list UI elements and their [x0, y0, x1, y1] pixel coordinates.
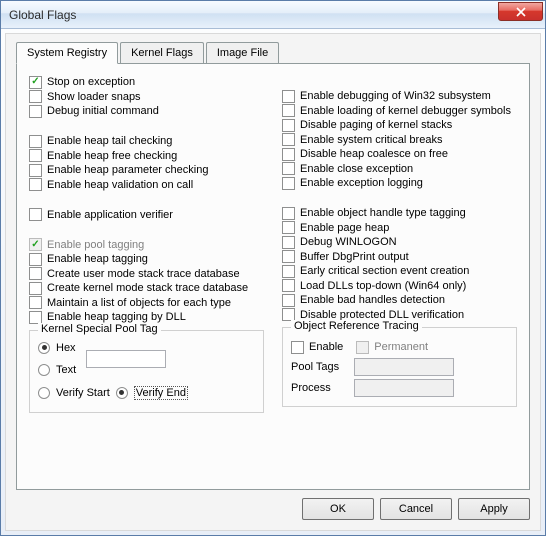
ort-process-label: Process	[291, 382, 349, 394]
client-area: System Registry Kernel Flags Image File …	[5, 33, 541, 531]
right-check-a-0[interactable]: Enable debugging of Win32 subsystem	[282, 90, 517, 103]
ort-title: Object Reference Tracing	[291, 320, 422, 332]
left-check-b-3[interactable]: Enable heap validation on call	[29, 178, 264, 191]
ort-process-input[interactable]	[354, 379, 454, 397]
apply-button[interactable]: Apply	[458, 498, 530, 520]
cancel-button[interactable]: Cancel	[380, 498, 452, 520]
ort-permanent-checkbox: Permanent	[356, 341, 428, 354]
ok-button[interactable]: OK	[302, 498, 374, 520]
left-check-d-2[interactable]: Create user mode stack trace database	[29, 267, 264, 280]
radio-text-indicator	[38, 364, 50, 376]
tab-system-registry[interactable]: System Registry	[16, 42, 118, 64]
right-check-b-4[interactable]: Early critical section event creation	[282, 265, 517, 278]
close-button[interactable]	[498, 2, 543, 21]
left-check-d-3[interactable]: Create kernel mode stack trace database	[29, 282, 264, 295]
close-icon	[516, 7, 526, 17]
ort-enable-checkbox[interactable]: Enable	[291, 341, 343, 354]
right-check-a-3[interactable]: Enable system critical breaks	[282, 133, 517, 146]
ort-pooltags-label: Pool Tags	[291, 361, 349, 373]
kspt-value-input[interactable]	[86, 350, 166, 368]
right-check-a-4[interactable]: Disable heap coalesce on free	[282, 148, 517, 161]
right-check-a-2[interactable]: Disable paging of kernel stacks	[282, 119, 517, 132]
tab-panel: Stop on exceptionShow loader snaps Debug …	[16, 63, 530, 490]
left-check-d-0: Enable pool tagging	[29, 238, 264, 251]
left-check-a-1[interactable]: Show loader snaps	[29, 90, 264, 103]
right-check-a-5[interactable]: Enable close exception	[282, 162, 517, 175]
titlebar: Global Flags	[1, 1, 545, 29]
dialog-buttons: OK Cancel Apply	[16, 490, 530, 520]
radio-verify-end[interactable]: Verify End	[116, 386, 188, 400]
radio-hex[interactable]: Hex	[38, 342, 76, 354]
right-column: Enable debugging of Win32 subsystemEnabl…	[282, 74, 517, 413]
ort-pooltags-input[interactable]	[354, 358, 454, 376]
right-check-b-6[interactable]: Enable bad handles detection	[282, 294, 517, 307]
right-check-b-1[interactable]: Enable page heap	[282, 221, 517, 234]
window-title: Global Flags	[9, 8, 498, 22]
right-check-b-2[interactable]: Debug WINLOGON	[282, 236, 517, 249]
left-column: Stop on exceptionShow loader snaps Debug …	[29, 74, 264, 413]
right-check-b-3[interactable]: Buffer DbgPrint output	[282, 250, 517, 263]
global-flags-window: Global Flags System Registry Kernel Flag…	[0, 0, 546, 536]
radio-verify-start[interactable]: Verify Start	[38, 387, 110, 399]
right-check-b-0[interactable]: Enable object handle type tagging	[282, 207, 517, 220]
tabstrip: System Registry Kernel Flags Image File	[16, 42, 530, 63]
tab-image-file[interactable]: Image File	[206, 42, 279, 63]
radio-verify-start-indicator	[38, 387, 50, 399]
radio-text[interactable]: Text	[38, 364, 76, 376]
tab-kernel-flags[interactable]: Kernel Flags	[120, 42, 204, 63]
left-check-a-0[interactable]: Stop on exception	[29, 76, 264, 89]
kernel-special-pool-tag-group: Kernel Special Pool Tag Hex Text	[29, 330, 264, 413]
left-check-a-2[interactable]: Debug initial command	[29, 105, 264, 118]
kspt-title: Kernel Special Pool Tag	[38, 323, 161, 335]
left-check-b-2[interactable]: Enable heap parameter checking	[29, 164, 264, 177]
left-check-d-4[interactable]: Maintain a list of objects for each type	[29, 296, 264, 309]
object-reference-tracing-group: Object Reference Tracing Enable Permanen…	[282, 327, 517, 407]
right-check-a-6[interactable]: Enable exception logging	[282, 177, 517, 190]
left-check-d-1[interactable]: Enable heap tagging	[29, 253, 264, 266]
right-check-a-1[interactable]: Enable loading of kernel debugger symbol…	[282, 104, 517, 117]
radio-verify-end-indicator	[116, 387, 128, 399]
left-check-b-0[interactable]: Enable heap tail checking	[29, 135, 264, 148]
radio-hex-indicator	[38, 342, 50, 354]
right-check-b-5[interactable]: Load DLLs top-down (Win64 only)	[282, 279, 517, 292]
left-check-c-0[interactable]: Enable application verifier	[29, 208, 264, 221]
left-check-b-1[interactable]: Enable heap free checking	[29, 149, 264, 162]
